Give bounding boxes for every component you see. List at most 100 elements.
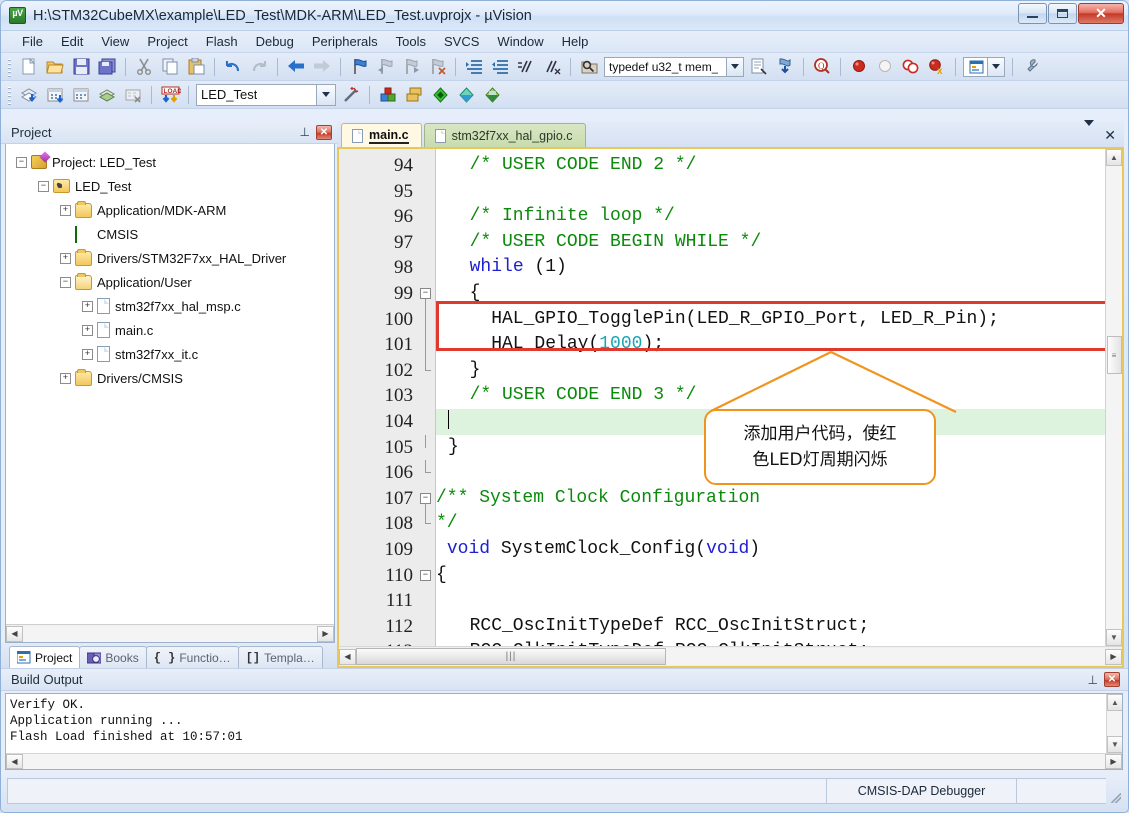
tree-node-cmsis[interactable]: CMSIS bbox=[16, 222, 334, 246]
target-value[interactable]: LED_Test bbox=[201, 87, 257, 102]
fold-toggle-icon[interactable]: − bbox=[420, 287, 431, 299]
fold-toggle-icon[interactable]: − bbox=[420, 492, 431, 504]
menu-window[interactable]: Window bbox=[488, 32, 552, 51]
undo-icon[interactable] bbox=[221, 56, 245, 78]
scroll-down-icon[interactable]: ▼ bbox=[1106, 629, 1122, 646]
breakpoint-kill-icon[interactable]: x bbox=[925, 56, 949, 78]
indent-icon[interactable] bbox=[462, 56, 486, 78]
tree-node-main-c[interactable]: + main.c bbox=[16, 318, 334, 342]
rebuild-icon[interactable] bbox=[69, 84, 93, 106]
open-file-icon[interactable] bbox=[43, 56, 67, 78]
menu-view[interactable]: View bbox=[92, 32, 138, 51]
tree-node-drivers-cmsis[interactable]: + Drivers/CMSIS bbox=[16, 366, 334, 390]
build-output-hscrollbar[interactable]: ◀ ▶ bbox=[6, 753, 1122, 769]
cut-icon[interactable] bbox=[132, 56, 156, 78]
cmsis-pack-icon[interactable] bbox=[428, 84, 452, 106]
bookmark-clear-icon[interactable] bbox=[425, 56, 449, 78]
redo-icon[interactable] bbox=[247, 56, 271, 78]
menu-flash[interactable]: Flash bbox=[197, 32, 247, 51]
window-layout-arrow[interactable] bbox=[987, 57, 1004, 76]
target-combo-arrow[interactable] bbox=[316, 84, 335, 105]
save-icon[interactable] bbox=[69, 56, 93, 78]
paste-icon[interactable] bbox=[184, 56, 208, 78]
translate-icon[interactable] bbox=[17, 84, 41, 106]
code-fold-column[interactable]: − − − bbox=[417, 149, 435, 646]
magic-wand-icon[interactable] bbox=[339, 84, 363, 106]
build-output-close-icon[interactable]: ✕ bbox=[1104, 672, 1120, 687]
find-combo-arrow[interactable] bbox=[726, 57, 743, 76]
expander-icon[interactable]: − bbox=[16, 156, 27, 168]
chevron-down-icon[interactable] bbox=[1084, 120, 1095, 144]
tab-functions[interactable]: { } Functio… bbox=[145, 646, 239, 668]
menu-peripherals[interactable]: Peripherals bbox=[303, 32, 387, 51]
build-output-body[interactable]: Verify OK. Application running ... Flash… bbox=[5, 693, 1123, 770]
expander-icon[interactable]: − bbox=[38, 180, 49, 192]
new-file-icon[interactable] bbox=[17, 56, 41, 78]
scroll-track[interactable] bbox=[23, 625, 317, 642]
tab-project[interactable]: Project bbox=[9, 646, 81, 668]
bookmark-toggle-icon[interactable] bbox=[347, 56, 371, 78]
pin-icon[interactable]: ⊥ bbox=[300, 125, 310, 139]
outdent-icon[interactable] bbox=[488, 56, 512, 78]
scroll-track[interactable] bbox=[666, 648, 1105, 665]
pin-icon[interactable]: ⊥ bbox=[1088, 673, 1098, 687]
find-combo[interactable]: typedef u32_t mem_ bbox=[604, 56, 744, 77]
scroll-left-icon[interactable]: ◀ bbox=[6, 625, 23, 642]
find-input[interactable]: typedef u32_t mem_ bbox=[609, 60, 718, 74]
search-target-icon[interactable]: Q bbox=[810, 56, 834, 78]
bookmark-prev-icon[interactable] bbox=[373, 56, 397, 78]
menu-project[interactable]: Project bbox=[138, 32, 196, 51]
tree-node-it-c[interactable]: + stm32f7xx_it.c bbox=[16, 342, 334, 366]
batch-build-icon[interactable] bbox=[95, 84, 119, 106]
project-tree[interactable]: − Project: LED_Test − LED_Test + Applica… bbox=[5, 144, 335, 643]
minimize-button[interactable] bbox=[1018, 3, 1047, 24]
tree-node-hal-msp[interactable]: + stm32f7xx_hal_msp.c bbox=[16, 294, 334, 318]
find-in-files-icon[interactable] bbox=[577, 56, 601, 78]
navigate-forward-icon[interactable] bbox=[310, 56, 334, 78]
expander-icon[interactable]: + bbox=[60, 372, 71, 384]
bookmark-next-icon[interactable] bbox=[399, 56, 423, 78]
expander-icon[interactable]: + bbox=[82, 300, 93, 312]
scroll-right-icon[interactable]: ▶ bbox=[1105, 754, 1122, 769]
expander-icon[interactable]: + bbox=[82, 348, 93, 360]
tab-templates[interactable]: [] Templa… bbox=[237, 646, 323, 668]
uncomment-icon[interactable] bbox=[540, 56, 564, 78]
build-output-vscrollbar[interactable]: ▲ ▼ bbox=[1106, 694, 1122, 753]
editor-vscrollbar[interactable]: ▲ ≡ ▼ bbox=[1105, 149, 1122, 646]
maximize-button[interactable] bbox=[1048, 3, 1077, 24]
editor-tab-hal-gpio-c[interactable]: stm32f7xx_hal_gpio.c bbox=[423, 123, 586, 147]
scroll-left-icon[interactable]: ◀ bbox=[6, 754, 23, 769]
scroll-up-icon[interactable]: ▲ bbox=[1106, 149, 1122, 166]
code-text-area[interactable]: /* USER CODE END 2 */ /* Infinite loop *… bbox=[435, 149, 1105, 646]
window-resize-grip[interactable] bbox=[1106, 778, 1122, 804]
config-wizard-icon[interactable] bbox=[1019, 56, 1043, 78]
fold-toggle-icon[interactable]: − bbox=[420, 569, 431, 581]
navigate-back-icon[interactable] bbox=[284, 56, 308, 78]
run-utility-icon[interactable] bbox=[480, 84, 504, 106]
copy-icon[interactable] bbox=[158, 56, 182, 78]
scroll-up-icon[interactable]: ▲ bbox=[1107, 694, 1122, 711]
configure-icon[interactable] bbox=[747, 56, 771, 78]
breakpoint-toggle-icon[interactable] bbox=[899, 56, 923, 78]
build-icon[interactable] bbox=[43, 84, 67, 106]
comment-icon[interactable] bbox=[514, 56, 538, 78]
menu-svcs[interactable]: SVCS bbox=[435, 32, 488, 51]
tree-node-application-mdk-arm[interactable]: + Application/MDK-ARM bbox=[16, 198, 334, 222]
tree-node-target[interactable]: − LED_Test bbox=[16, 174, 334, 198]
menu-debug[interactable]: Debug bbox=[247, 32, 303, 51]
build-toolbar-grip[interactable] bbox=[6, 84, 13, 105]
tab-books[interactable]: Books bbox=[79, 646, 147, 668]
scroll-right-icon[interactable]: ▶ bbox=[1105, 648, 1122, 665]
project-pane-close-icon[interactable]: ✕ bbox=[316, 124, 332, 140]
menu-tools[interactable]: Tools bbox=[387, 32, 435, 51]
scroll-down-icon[interactable]: ▼ bbox=[1107, 736, 1122, 753]
expander-icon[interactable]: + bbox=[60, 252, 71, 264]
project-tree-hscrollbar[interactable]: ◀ ▶ bbox=[6, 624, 334, 642]
toolbar-grip[interactable] bbox=[6, 56, 13, 77]
code-editor[interactable]: 94 95 96 97 98 99 100 101 102 103 104 10… bbox=[337, 147, 1124, 668]
editor-tab-main-c[interactable]: main.c bbox=[341, 123, 422, 147]
scroll-right-icon[interactable]: ▶ bbox=[317, 625, 334, 642]
window-layout-combo[interactable] bbox=[963, 56, 1005, 77]
save-all-icon[interactable] bbox=[95, 56, 119, 78]
expander-icon[interactable]: + bbox=[60, 204, 71, 216]
